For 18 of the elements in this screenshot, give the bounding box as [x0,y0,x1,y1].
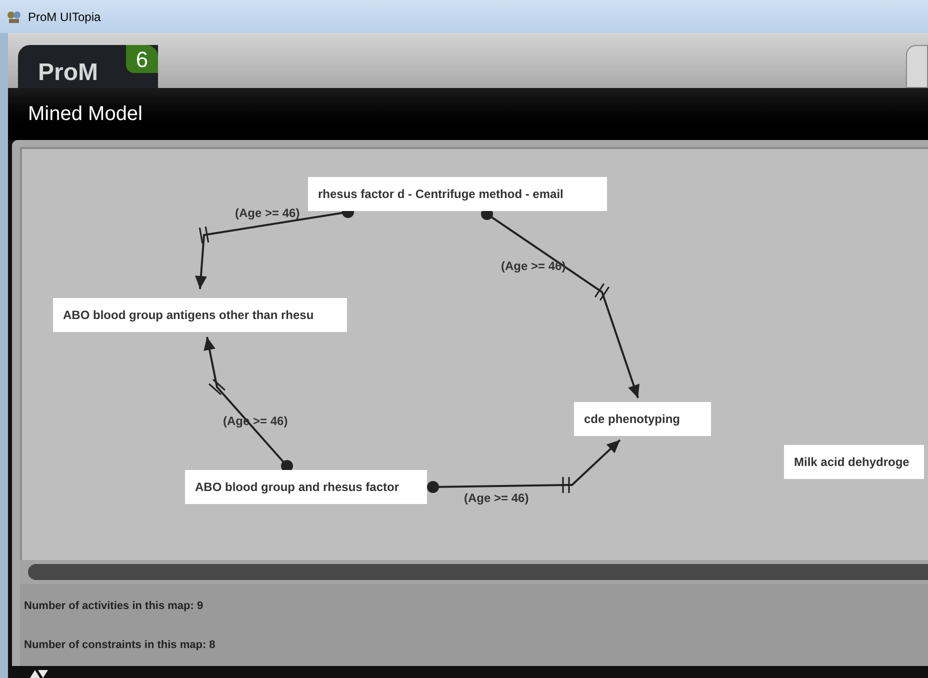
edge-label: (Age >= 46) [464,491,529,505]
edge-label: (Age >= 46) [501,259,566,273]
scrollbar[interactable] [28,564,928,580]
window-title: ProM UITopia [28,8,101,26]
activity-node[interactable]: ABO blood group antigens other than rhesu [53,298,347,332]
activity-node[interactable]: ABO blood group and rhesus factor [185,470,427,504]
activity-node[interactable]: Milk acid dehydroge [784,445,924,479]
version-badge: 6 [126,45,158,73]
map-info-text: Number of constraints in this map: 8 [24,638,216,652]
edge-label: (Age >= 46) [235,206,300,220]
app-icon [6,8,22,24]
map-info-text: Number of activities in this map: 9 [24,599,204,614]
resize-icon[interactable] [30,670,48,678]
activity-node[interactable]: cde phenotyping [574,402,711,436]
logo-text: ProM [38,58,98,88]
activity-node[interactable]: rhesus factor d - Centrifuge method - email [308,177,607,211]
tab-edge [906,45,928,88]
view-title: Mined Model [28,102,143,127]
